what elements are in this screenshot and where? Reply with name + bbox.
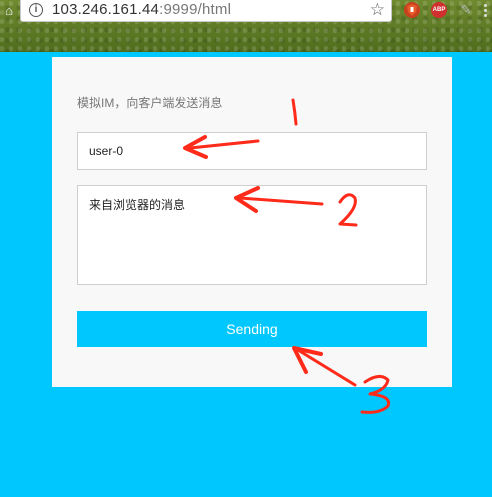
address-bar[interactable]: i 103.246.161.44:9999/html ☆ [20,0,392,22]
home-icon[interactable]: ⌂ [2,4,16,18]
star-icon[interactable]: ☆ [370,0,385,20]
send-button[interactable]: Sending [77,311,427,347]
message-card: 模拟IM，向客户端发送消息 user-0 来自浏览器的消息 Sending [52,57,452,387]
pin-icon[interactable]: ✎ [458,2,474,18]
menu-icon[interactable] [480,2,490,18]
info-icon[interactable]: i [29,3,43,17]
user-id-input[interactable]: user-0 [77,132,427,170]
abp-icon[interactable]: ABP [431,2,447,18]
url-rest: :9999/html [159,1,232,18]
browser-chrome: ⌂ i 103.246.161.44:9999/html ☆ ABP ✎ [0,0,492,52]
url-text[interactable]: 103.246.161.44:9999/html [52,1,231,18]
message-textarea[interactable]: 来自浏览器的消息 [77,185,427,285]
ublock-icon[interactable] [404,2,420,18]
url-host: 103.246.161.44 [52,1,160,18]
form-heading: 模拟IM，向客户端发送消息 [77,96,223,110]
